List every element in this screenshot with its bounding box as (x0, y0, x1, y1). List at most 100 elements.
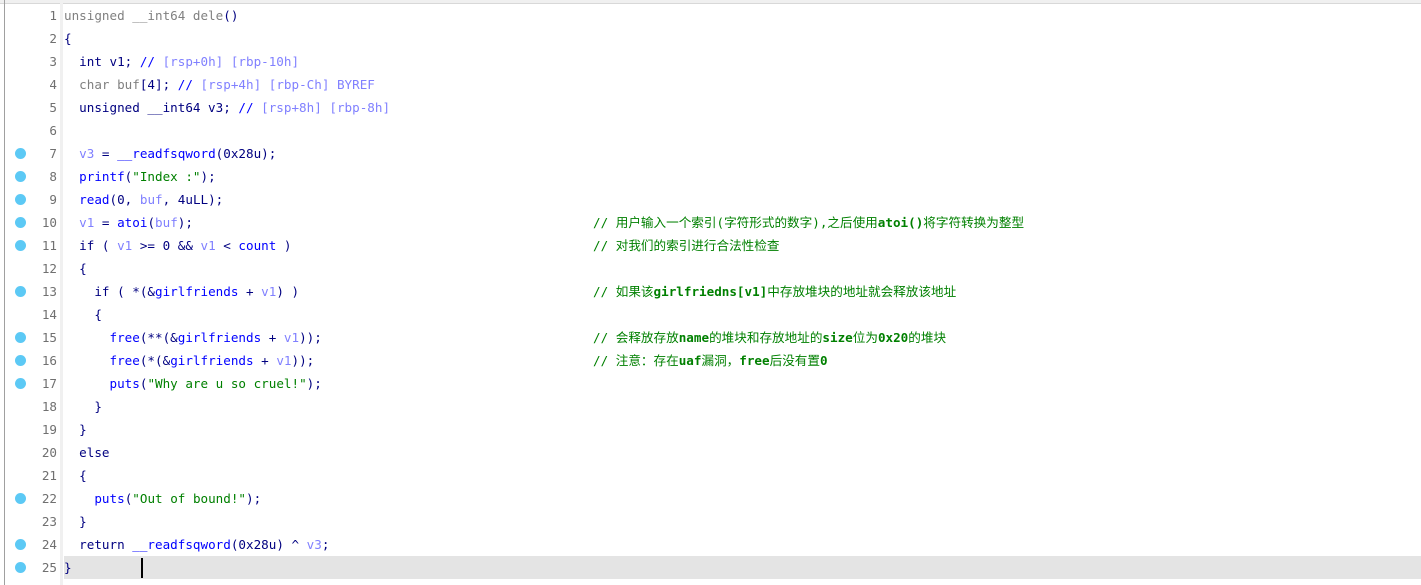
code-text: printf("Index :"); (64, 165, 216, 188)
breakpoint-dot-icon[interactable] (15, 171, 26, 182)
code-line[interactable]: 17 puts("Why are u so cruel!"); (0, 372, 1421, 395)
code-token: printf (79, 169, 125, 184)
code-token: + (261, 330, 284, 345)
line-number: 8 (49, 169, 57, 184)
code-text: else (64, 441, 110, 464)
breakpoint-dot-icon[interactable] (15, 378, 26, 389)
code-token: (*(& (139, 353, 171, 368)
code-line[interactable]: 1 unsigned __int64 dele() (0, 4, 1421, 27)
line-number: 17 (41, 376, 57, 391)
code-text: return __readfsqword(0x28u) ^ v3; (64, 533, 329, 556)
line-number: 11 (41, 238, 57, 253)
code-token: buf (155, 215, 178, 230)
breakpoint-dot-icon[interactable] (15, 332, 26, 343)
breakpoint-dot-icon[interactable] (15, 355, 26, 366)
comment-fragment: 位为 (852, 330, 878, 345)
breakpoint-dot-icon[interactable] (15, 240, 26, 251)
code-line[interactable]: 8 printf("Index :"); (0, 165, 1421, 188)
code-line[interactable]: 9 read(0, buf, 4uLL); (0, 188, 1421, 211)
line-number: 1 (49, 8, 57, 23)
code-line[interactable]: 3 int v1; // [rsp+0h] [rbp-10h] (0, 50, 1421, 73)
code-text: unsigned __int64 v3; // [rsp+8h] [rbp-8h… (64, 96, 390, 119)
code-token: puts (94, 491, 125, 506)
breakpoint-dot-icon[interactable] (15, 217, 26, 228)
comment-fragment: 0 (819, 353, 828, 368)
line-number: 24 (41, 537, 57, 552)
code-line[interactable]: 10 v1 = atoi(buf); // 用户输入一个索引(字符形式的数字),之… (0, 211, 1421, 234)
line-number: 23 (41, 514, 57, 529)
comment-fragment: // 注意：存在 (593, 353, 679, 368)
line-number: 9 (49, 192, 57, 207)
code-text: } (64, 556, 72, 579)
code-line[interactable]: 18 } (0, 395, 1421, 418)
code-token: () (223, 8, 239, 23)
code-token: [rsp+8h] [rbp-8h] (261, 100, 391, 115)
code-line[interactable]: 15 free(**(&girlfriends + v1)); // 会释放存放n… (0, 326, 1421, 349)
comment-fragment: girlfriedns[v1] (653, 284, 768, 299)
code-token: v3 (79, 146, 95, 161)
line-number: 7 (49, 146, 57, 161)
comment-fragment: 中存放堆块的地址就会释放该地址 (767, 284, 957, 299)
code-token: atoi (117, 215, 148, 230)
code-line[interactable]: 11 if ( v1 >= 0 && v1 < count ) // 对我们的索引… (0, 234, 1421, 257)
code-token: (0x28u) ^ (230, 537, 307, 552)
code-line[interactable]: 23 } (0, 510, 1421, 533)
code-token: } (64, 514, 87, 529)
code-token: = (94, 146, 118, 161)
breakpoint-dot-icon[interactable] (15, 194, 26, 205)
code-line[interactable]: 22 puts("Out of bound!"); (0, 487, 1421, 510)
breakpoint-dot-icon[interactable] (15, 539, 26, 550)
code-line[interactable]: 20 else (0, 441, 1421, 464)
code-line[interactable]: 7 v3 = __readfsqword(0x28u); (0, 142, 1421, 165)
line-number: 16 (41, 353, 57, 368)
breakpoint-dot-icon[interactable] (15, 493, 26, 504)
breakpoint-dot-icon[interactable] (15, 286, 26, 297)
code-token: ); (177, 215, 193, 230)
code-line[interactable]: 12 { (0, 257, 1421, 280)
code-token: + (238, 284, 262, 299)
code-token: unsigned __int64 v3; (64, 100, 239, 115)
code-line[interactable]: 13 if ( *(&girlfriends + v1) )// 如果该girl… (0, 280, 1421, 303)
comment-fragment: 后没有置 (769, 353, 820, 368)
line-number: 21 (41, 468, 57, 483)
line-number: 2 (49, 31, 57, 46)
code-line[interactable]: 5 unsigned __int64 v3; // [rsp+8h] [rbp-… (0, 96, 1421, 119)
line-number: 15 (41, 330, 57, 345)
breakpoint-dot-icon[interactable] (15, 562, 26, 573)
code-token: // (238, 100, 262, 115)
code-line[interactable]: 25} (0, 556, 1421, 579)
code-line[interactable]: 2{ (0, 27, 1421, 50)
line-number: 18 (41, 399, 57, 414)
code-line[interactable]: 14 { (0, 303, 1421, 326)
code-line[interactable]: 21 { (0, 464, 1421, 487)
comment-fragment: 的堆块和存放地址的 (709, 330, 823, 345)
code-token: else (64, 445, 110, 460)
code-token: puts (109, 376, 140, 391)
comment-fragment: // 如果该 (593, 284, 654, 299)
breakpoint-dot-icon[interactable] (15, 148, 26, 159)
comment-fragment: 将字符转换为整型 (923, 215, 1025, 230)
code-line[interactable]: 6 (0, 119, 1421, 142)
code-token: v1 (79, 215, 95, 230)
code-line[interactable]: 19 } (0, 418, 1421, 441)
code-line[interactable]: 4 char buf[4]; // [rsp+4h] [rbp-Ch] BYRE… (0, 73, 1421, 96)
code-token: girlfriends (170, 353, 254, 368)
code-token: return (64, 537, 133, 552)
line-number: 5 (49, 100, 57, 115)
code-comment: // 对我们的索引进行合法性检查 (593, 234, 779, 257)
code-text: if ( *(&girlfriends + v1) ) (64, 280, 299, 303)
code-token: v1 (283, 330, 300, 345)
code-line[interactable]: 16 free(*(&girlfriends + v1));// 注意：存在ua… (0, 349, 1421, 372)
code-text: puts("Why are u so cruel!"); (64, 372, 322, 395)
code-text: read(0, buf, 4uLL); (64, 188, 223, 211)
code-token: v3 (306, 537, 322, 552)
code-line[interactable]: 24 return __readfsqword(0x28u) ^ v3; (0, 533, 1421, 556)
line-number: 4 (49, 77, 57, 92)
code-token: // (139, 54, 163, 69)
comment-fragment: // 用户输入一个索引(字符形式的数字),之后使用 (593, 215, 878, 230)
code-token: int v1; (64, 54, 140, 69)
code-token: v1 (276, 353, 292, 368)
